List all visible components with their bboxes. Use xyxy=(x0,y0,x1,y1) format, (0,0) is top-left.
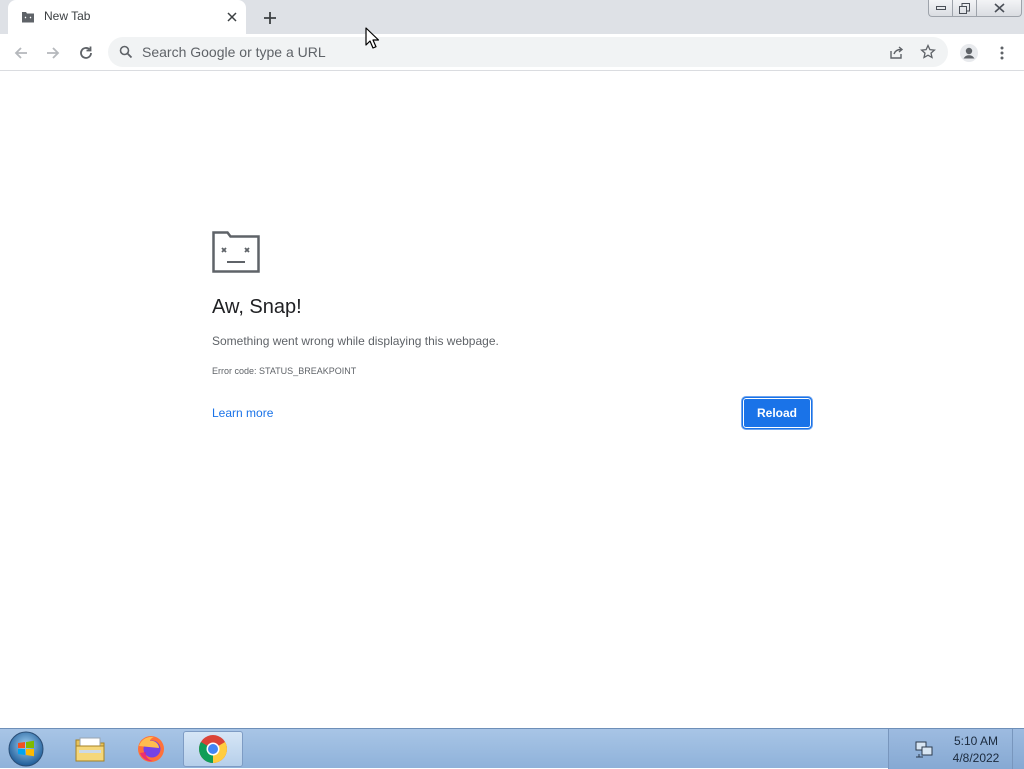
chrome-icon xyxy=(199,735,227,763)
forward-arrow-icon xyxy=(47,47,60,59)
minimize-button[interactable] xyxy=(928,0,952,17)
learn-more-link[interactable]: Learn more xyxy=(212,406,273,420)
mouse-cursor-icon xyxy=(365,27,379,49)
browser-toolbar xyxy=(0,34,1024,71)
system-tray: 5:10 AM 4/8/2022 xyxy=(888,729,1024,769)
windows-start-icon xyxy=(8,731,44,767)
taskbar-file-explorer[interactable] xyxy=(60,731,120,767)
reload-icon xyxy=(80,46,92,59)
minimize-icon xyxy=(935,6,946,10)
search-icon xyxy=(119,45,133,59)
network-icon[interactable] xyxy=(915,740,933,758)
error-message: Something went wrong while displaying th… xyxy=(212,334,499,348)
show-desktop-button[interactable] xyxy=(1012,729,1024,769)
close-tab-icon[interactable] xyxy=(224,9,240,25)
tab-new-tab[interactable]: New Tab xyxy=(8,0,246,34)
forward-button[interactable] xyxy=(39,39,67,67)
sad-folder-icon xyxy=(212,231,260,273)
close-window-button[interactable] xyxy=(976,0,1022,17)
tab-strip: New Tab xyxy=(0,0,1024,34)
file-explorer-icon xyxy=(75,737,105,762)
restore-icon xyxy=(959,2,970,14)
kebab-menu-icon xyxy=(1000,46,1004,60)
back-arrow-icon xyxy=(14,47,27,59)
reload-button[interactable]: Reload xyxy=(742,397,812,429)
window-controls xyxy=(928,0,1022,18)
taskbar-firefox[interactable] xyxy=(121,731,181,767)
address-input[interactable] xyxy=(142,37,842,67)
profile-avatar-icon xyxy=(960,44,978,62)
back-button[interactable] xyxy=(7,39,35,67)
taskbar-chrome[interactable] xyxy=(183,731,243,767)
tab-title: New Tab xyxy=(44,9,91,23)
clock-date[interactable]: 4/8/2022 xyxy=(945,751,1007,765)
omnibox[interactable] xyxy=(108,37,948,67)
profile-button[interactable] xyxy=(955,39,983,67)
reload-toolbar-button[interactable] xyxy=(72,39,100,67)
sad-tab-icon xyxy=(22,12,34,23)
restore-button[interactable] xyxy=(952,0,976,17)
error-page: Aw, Snap! Something went wrong while dis… xyxy=(0,71,1024,728)
start-button[interactable] xyxy=(6,731,46,767)
menu-button[interactable] xyxy=(988,39,1016,67)
close-icon xyxy=(993,3,1005,13)
clock-time[interactable]: 5:10 AM xyxy=(945,734,1007,748)
share-icon[interactable] xyxy=(886,42,906,62)
error-title: Aw, Snap! xyxy=(212,296,302,318)
new-tab-plus-icon[interactable] xyxy=(258,6,282,30)
error-code: Error code: STATUS_BREAKPOINT xyxy=(212,366,357,376)
taskbar: 5:10 AM 4/8/2022 xyxy=(0,728,1024,769)
firefox-icon xyxy=(138,736,164,762)
bookmark-star-icon[interactable] xyxy=(918,42,938,62)
